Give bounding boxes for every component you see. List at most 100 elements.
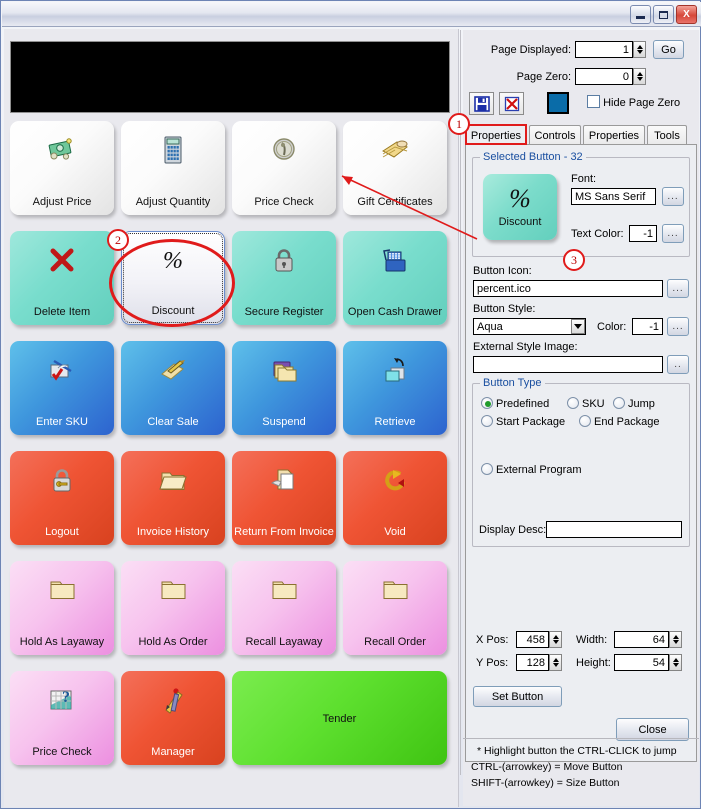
tab-properties-0[interactable]: Properties	[465, 125, 527, 145]
style-color-browse-button[interactable]: ...	[667, 317, 689, 336]
height-spinner[interactable]	[669, 654, 682, 671]
pos-button-delete-item[interactable]: Delete Item	[10, 231, 114, 325]
x-pos-input[interactable]: 458	[516, 631, 549, 648]
folder-icon	[47, 574, 77, 606]
footer-divider	[463, 738, 699, 739]
percent-icon: %	[163, 248, 183, 274]
callout-2: 2	[107, 229, 129, 251]
maximize-button[interactable]	[653, 5, 674, 24]
external-style-image-browse-button[interactable]: ..	[667, 355, 689, 374]
button-style-select[interactable]: Aqua	[473, 318, 586, 335]
pos-button-adjust-price[interactable]: Adjust Price	[10, 121, 114, 215]
properties-panel-body: Selected Button - 32 % Discount Font: MS…	[465, 144, 697, 762]
page-displayed-spinner[interactable]	[633, 41, 646, 58]
height-label: Height:	[576, 657, 611, 669]
text-color-browse-button[interactable]: ...	[662, 224, 684, 243]
pos-button-recall-layaway[interactable]: Recall Layaway	[232, 561, 336, 655]
tab-properties-2[interactable]: Properties	[583, 125, 645, 145]
button-icon-input[interactable]: percent.ico	[473, 280, 663, 297]
pos-button-label: Adjust Quantity	[135, 196, 211, 208]
pos-button-label: Discount	[151, 305, 195, 317]
font-browse-button[interactable]: ...	[662, 187, 684, 206]
chevron-down-icon[interactable]	[571, 319, 585, 334]
calculator-icon	[164, 136, 182, 164]
pencil-person-icon	[158, 684, 188, 716]
radio-external-program[interactable]: External Program	[481, 460, 582, 478]
coin-icon	[273, 138, 295, 160]
keyboard-hints: * Highlight button the CTRL-CLICK to jum…	[471, 743, 699, 791]
pos-button-enter-sku[interactable]: Enter SKU	[10, 341, 114, 435]
style-color-input[interactable]: -1	[632, 318, 663, 335]
tab-controls-1[interactable]: Controls	[529, 125, 581, 145]
width-label: Width:	[576, 634, 608, 646]
text-color-input[interactable]: -1	[629, 225, 657, 242]
pos-button-recall-order[interactable]: Recall Order	[343, 561, 447, 655]
pos-button-open-cash-drawer[interactable]: Open Cash Drawer	[343, 231, 447, 325]
properties-tabstrip: Properties Controls Properties Tools	[465, 125, 697, 145]
external-style-image-input[interactable]	[473, 356, 663, 373]
radio-end-package-icon	[579, 415, 591, 427]
button-style-label: Button Style:	[473, 303, 536, 315]
pos-button-invoice-history[interactable]: Invoice History	[121, 451, 225, 545]
display-desc-input[interactable]	[546, 521, 682, 538]
gift-envelope-icon	[382, 140, 408, 158]
page-zero-input[interactable]: 0	[575, 68, 633, 85]
radio-predefined-label: Predefined	[496, 398, 550, 410]
pos-button-suspend[interactable]: Suspend	[232, 341, 336, 435]
save-button[interactable]	[469, 92, 494, 115]
button-icon-label: Button Icon:	[473, 265, 532, 277]
width-input[interactable]: 64	[614, 631, 669, 648]
question-chart-icon: ?	[47, 684, 77, 716]
radio-sku[interactable]: SKU	[567, 394, 605, 412]
page-zero-spinner[interactable]	[633, 68, 646, 85]
radio-jump-label: Jump	[628, 398, 655, 410]
pos-button-return-from-invoice[interactable]: Return From Invoice	[232, 451, 336, 545]
button-icon-browse-button[interactable]: ...	[667, 279, 689, 298]
hide-page-zero-checkbox[interactable]	[587, 95, 600, 108]
page-displayed-input[interactable]: 1	[575, 41, 633, 58]
go-button[interactable]: Go	[653, 40, 684, 59]
minimize-button[interactable]	[630, 5, 651, 24]
x-pos-spinner[interactable]	[549, 631, 562, 648]
radio-jump[interactable]: Jump	[613, 394, 655, 412]
pane-divider	[460, 30, 461, 775]
delete-page-button[interactable]	[499, 92, 524, 115]
tab-label: Properties	[588, 129, 640, 142]
folder-icon	[380, 574, 410, 606]
pos-button-hold-as-order[interactable]: Hold As Order	[121, 561, 225, 655]
folder-icon	[161, 581, 186, 599]
pos-button-label: Price Check	[32, 746, 92, 758]
pos-button-void[interactable]: Void	[343, 451, 447, 545]
font-input[interactable]: MS Sans Serif	[571, 188, 656, 205]
y-pos-spinner[interactable]	[549, 654, 562, 671]
pos-button-adjust-quantity[interactable]: Adjust Quantity	[121, 121, 225, 215]
pos-button-price-check[interactable]: ? Price Check	[10, 671, 114, 765]
pos-button-gift-certificates[interactable]: Gift Certificates	[343, 121, 447, 215]
tab-tools-3[interactable]: Tools	[647, 125, 687, 145]
pos-button-logout[interactable]: Logout	[10, 451, 114, 545]
page-color-swatch[interactable]	[547, 92, 569, 114]
x-pos-label: X Pos:	[476, 634, 509, 646]
padlock-icon	[269, 244, 299, 276]
pos-button-hold-as-layaway[interactable]: Hold As Layaway	[10, 561, 114, 655]
pos-button-manager[interactable]: Manager	[121, 671, 225, 765]
style-color-label: Color:	[597, 321, 627, 333]
folder-icon	[50, 581, 75, 599]
pos-button-discount[interactable]: % Discount	[121, 231, 225, 325]
pos-button-tender[interactable]: Tender	[232, 671, 447, 765]
pos-button-clear-sale[interactable]: Clear Sale	[121, 341, 225, 435]
pos-button-label: Manager	[151, 746, 195, 758]
hide-page-zero-row[interactable]: Hide Page Zero	[587, 95, 680, 109]
radio-start-package[interactable]: Start Package	[481, 412, 565, 430]
radio-end-package[interactable]: End Package	[579, 412, 659, 430]
pos-button-retrieve[interactable]: Retrieve	[343, 341, 447, 435]
close-window-button[interactable]: X	[676, 5, 697, 24]
pos-button-label: Suspend	[262, 416, 306, 428]
radio-predefined[interactable]: Predefined	[481, 394, 549, 412]
set-button-button[interactable]: Set Button	[473, 686, 562, 707]
pos-button-price-check[interactable]: Price Check	[232, 121, 336, 215]
height-input[interactable]: 54	[614, 654, 669, 671]
width-spinner[interactable]	[669, 631, 682, 648]
pos-button-secure-register[interactable]: Secure Register	[232, 231, 336, 325]
y-pos-input[interactable]: 128	[516, 654, 549, 671]
